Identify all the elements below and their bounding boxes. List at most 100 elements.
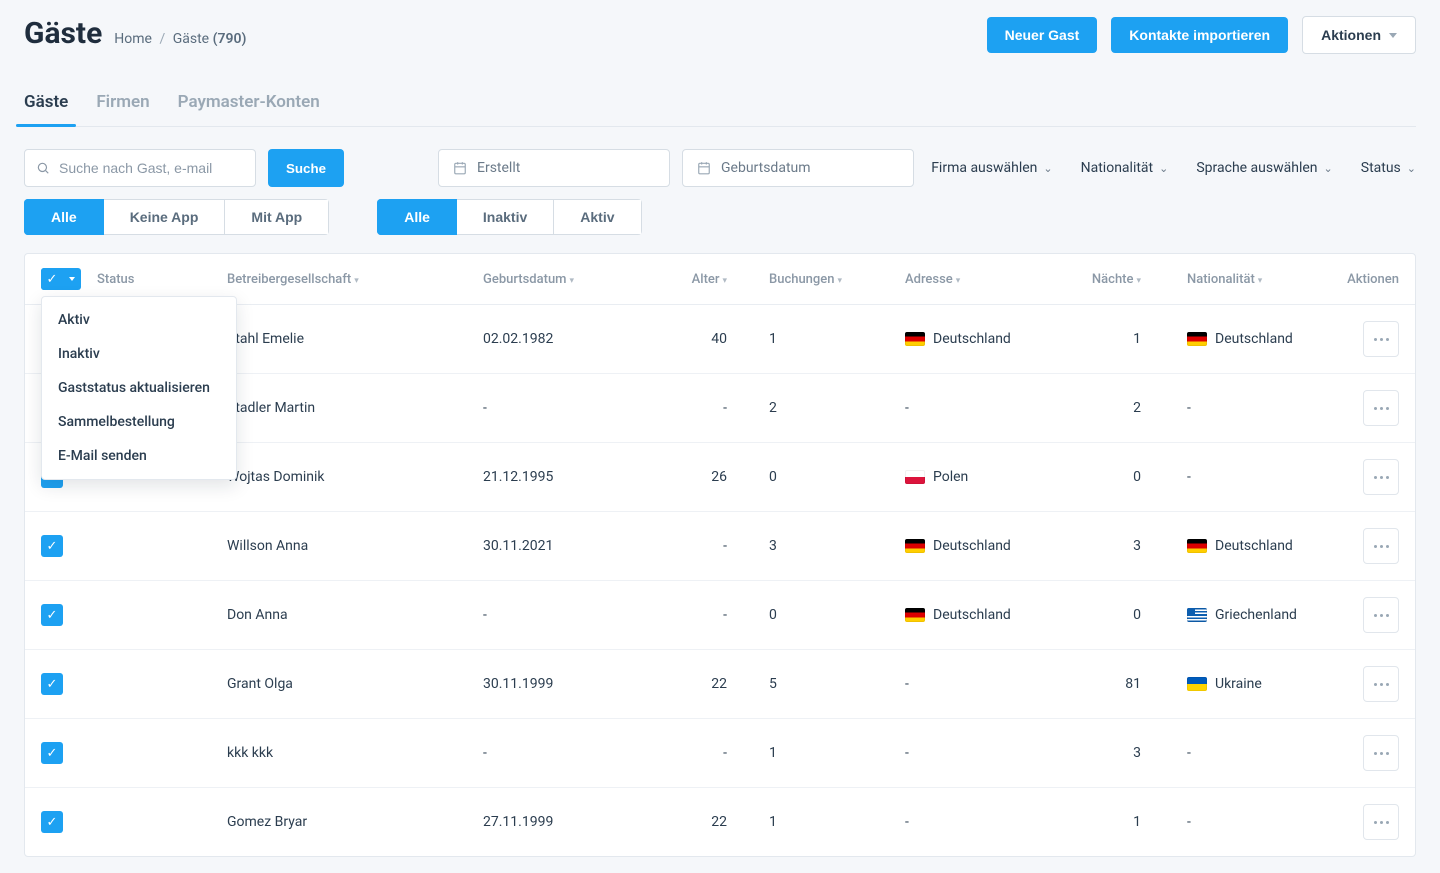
guest-nationality: Ukraine xyxy=(1141,676,1321,692)
sort-icon: ▾ xyxy=(1258,276,1263,286)
guest-name[interactable]: Grant Olga xyxy=(227,676,483,692)
col-age[interactable]: Alter▾ xyxy=(649,272,727,287)
sort-icon: ▾ xyxy=(354,276,359,286)
select-all-checkbox[interactable]: ✓ xyxy=(41,268,63,290)
breadcrumb-guests[interactable]: Gäste xyxy=(173,31,209,47)
guest-name[interactable]: Stahl Emelie xyxy=(227,331,483,347)
guest-name[interactable]: kkk kkk xyxy=(227,745,483,761)
row-actions-button[interactable] xyxy=(1363,321,1399,357)
row-actions-button[interactable] xyxy=(1363,597,1399,633)
guest-nationality: Deutschland xyxy=(1141,538,1321,554)
app-seg-all[interactable]: Alle xyxy=(24,199,104,235)
col-birthdate[interactable]: Geburtsdatum▾ xyxy=(483,272,649,287)
nationality-filter[interactable]: Nationalität ⌄ xyxy=(1081,160,1169,176)
guest-bookings: 1 xyxy=(727,331,847,347)
import-contacts-button[interactable]: Kontakte importieren xyxy=(1111,17,1288,53)
dropdown-item-inactive[interactable]: Inaktiv xyxy=(42,337,236,371)
status-seg-inactive[interactable]: Inaktiv xyxy=(457,199,554,235)
guest-birthdate: 02.02.1982 xyxy=(483,331,649,347)
row-actions-button[interactable] xyxy=(1363,390,1399,426)
select-all-control[interactable]: ✓ xyxy=(41,268,81,290)
page-title: Gäste xyxy=(24,16,102,51)
guest-nationality-text: - xyxy=(1187,745,1191,761)
row-checkbox[interactable]: ✓ xyxy=(41,535,63,557)
guest-nights: 3 xyxy=(1041,538,1141,554)
app-segment: Alle Keine App Mit App xyxy=(24,199,329,235)
app-seg-no-app[interactable]: Keine App xyxy=(104,199,226,235)
status-seg-active[interactable]: Aktiv xyxy=(554,199,641,235)
language-filter[interactable]: Sprache auswählen ⌄ xyxy=(1196,160,1332,176)
chevron-down-icon xyxy=(1389,33,1397,38)
flag-icon xyxy=(1187,677,1207,691)
row-checkbox[interactable]: ✓ xyxy=(41,604,63,626)
guest-birthdate: 27.11.1999 xyxy=(483,814,649,830)
created-label: Erstellt xyxy=(477,160,520,176)
row-actions-button[interactable] xyxy=(1363,804,1399,840)
sort-icon: ▾ xyxy=(956,276,961,286)
guest-name[interactable]: Gomez Bryar xyxy=(227,814,483,830)
dropdown-item-active[interactable]: Aktiv xyxy=(42,303,236,337)
guest-address-text: - xyxy=(905,745,909,761)
tab-paymaster[interactable]: Paymaster-Konten xyxy=(178,82,320,126)
row-checkbox[interactable]: ✓ xyxy=(41,673,63,695)
actions-label: Aktionen xyxy=(1321,27,1381,43)
dropdown-item-update-status[interactable]: Gaststatus aktualisieren xyxy=(42,371,236,405)
created-date-filter[interactable]: Erstellt xyxy=(438,149,670,187)
guest-nationality-text: Ukraine xyxy=(1215,676,1262,692)
row-checkbox[interactable]: ✓ xyxy=(41,811,63,833)
birthdate-date-filter[interactable]: Geburtsdatum xyxy=(682,149,914,187)
more-icon xyxy=(1374,476,1389,479)
guest-bookings: 0 xyxy=(727,469,847,485)
guest-bookings: 2 xyxy=(727,400,847,416)
col-status[interactable]: Status xyxy=(97,272,227,287)
guest-name[interactable]: Stadler Martin xyxy=(227,400,483,416)
more-icon xyxy=(1374,614,1389,617)
guest-nationality-text: Deutschland xyxy=(1215,331,1293,347)
col-address-label: Adresse xyxy=(905,272,953,287)
guest-nights: 0 xyxy=(1041,607,1141,623)
guest-address-text: - xyxy=(905,400,909,416)
row-actions-button[interactable] xyxy=(1363,666,1399,702)
guest-age: - xyxy=(649,538,727,554)
company-filter[interactable]: Firma auswählen ⌄ xyxy=(931,160,1052,176)
tab-guests[interactable]: Gäste xyxy=(24,82,68,126)
search-input[interactable] xyxy=(24,149,256,187)
guest-name[interactable]: Willson Anna xyxy=(227,538,483,554)
col-nights[interactable]: Nächte▾ xyxy=(1041,272,1141,287)
guest-age: 26 xyxy=(649,469,727,485)
flag-icon xyxy=(905,470,925,484)
col-nationality[interactable]: Nationalität▾ xyxy=(1141,272,1321,287)
dropdown-item-send-email[interactable]: E-Mail senden xyxy=(42,439,236,473)
guest-birthdate: 30.11.2021 xyxy=(483,538,649,554)
more-icon xyxy=(1374,821,1389,824)
guest-name[interactable]: Wojtas Dominik xyxy=(227,469,483,485)
guest-age: 40 xyxy=(649,331,727,347)
search-button[interactable]: Suche xyxy=(268,149,344,187)
guest-nationality: - xyxy=(1141,814,1321,830)
dropdown-item-bulk-order[interactable]: Sammelbestellung xyxy=(42,405,236,439)
select-all-dropdown-toggle[interactable] xyxy=(63,268,81,290)
app-seg-with-app[interactable]: Mit App xyxy=(225,199,329,235)
row-checkbox[interactable]: ✓ xyxy=(41,742,63,764)
actions-dropdown-button[interactable]: Aktionen xyxy=(1302,16,1416,54)
guest-address-text: - xyxy=(905,814,909,830)
more-icon xyxy=(1374,683,1389,686)
status-seg-all[interactable]: Alle xyxy=(377,199,457,235)
more-icon xyxy=(1374,407,1389,410)
flag-icon xyxy=(905,332,925,346)
col-bookings[interactable]: Buchungen▾ xyxy=(727,272,847,287)
row-actions-button[interactable] xyxy=(1363,528,1399,564)
row-actions-button[interactable] xyxy=(1363,735,1399,771)
tab-companies[interactable]: Firmen xyxy=(96,82,149,126)
col-company[interactable]: Betreibergesellschaft▾ xyxy=(227,272,483,287)
more-icon xyxy=(1374,545,1389,548)
row-actions-button[interactable] xyxy=(1363,459,1399,495)
status-filter[interactable]: Status ⌄ xyxy=(1361,160,1416,176)
chevron-down-icon: ⌄ xyxy=(1043,162,1052,175)
guest-bookings: 1 xyxy=(727,745,847,761)
guest-nights: 3 xyxy=(1041,745,1141,761)
col-address[interactable]: Adresse▾ xyxy=(847,272,1041,287)
new-guest-button[interactable]: Neuer Gast xyxy=(987,17,1098,53)
guest-name[interactable]: Don Anna xyxy=(227,607,483,623)
breadcrumb-home[interactable]: Home xyxy=(114,31,152,47)
